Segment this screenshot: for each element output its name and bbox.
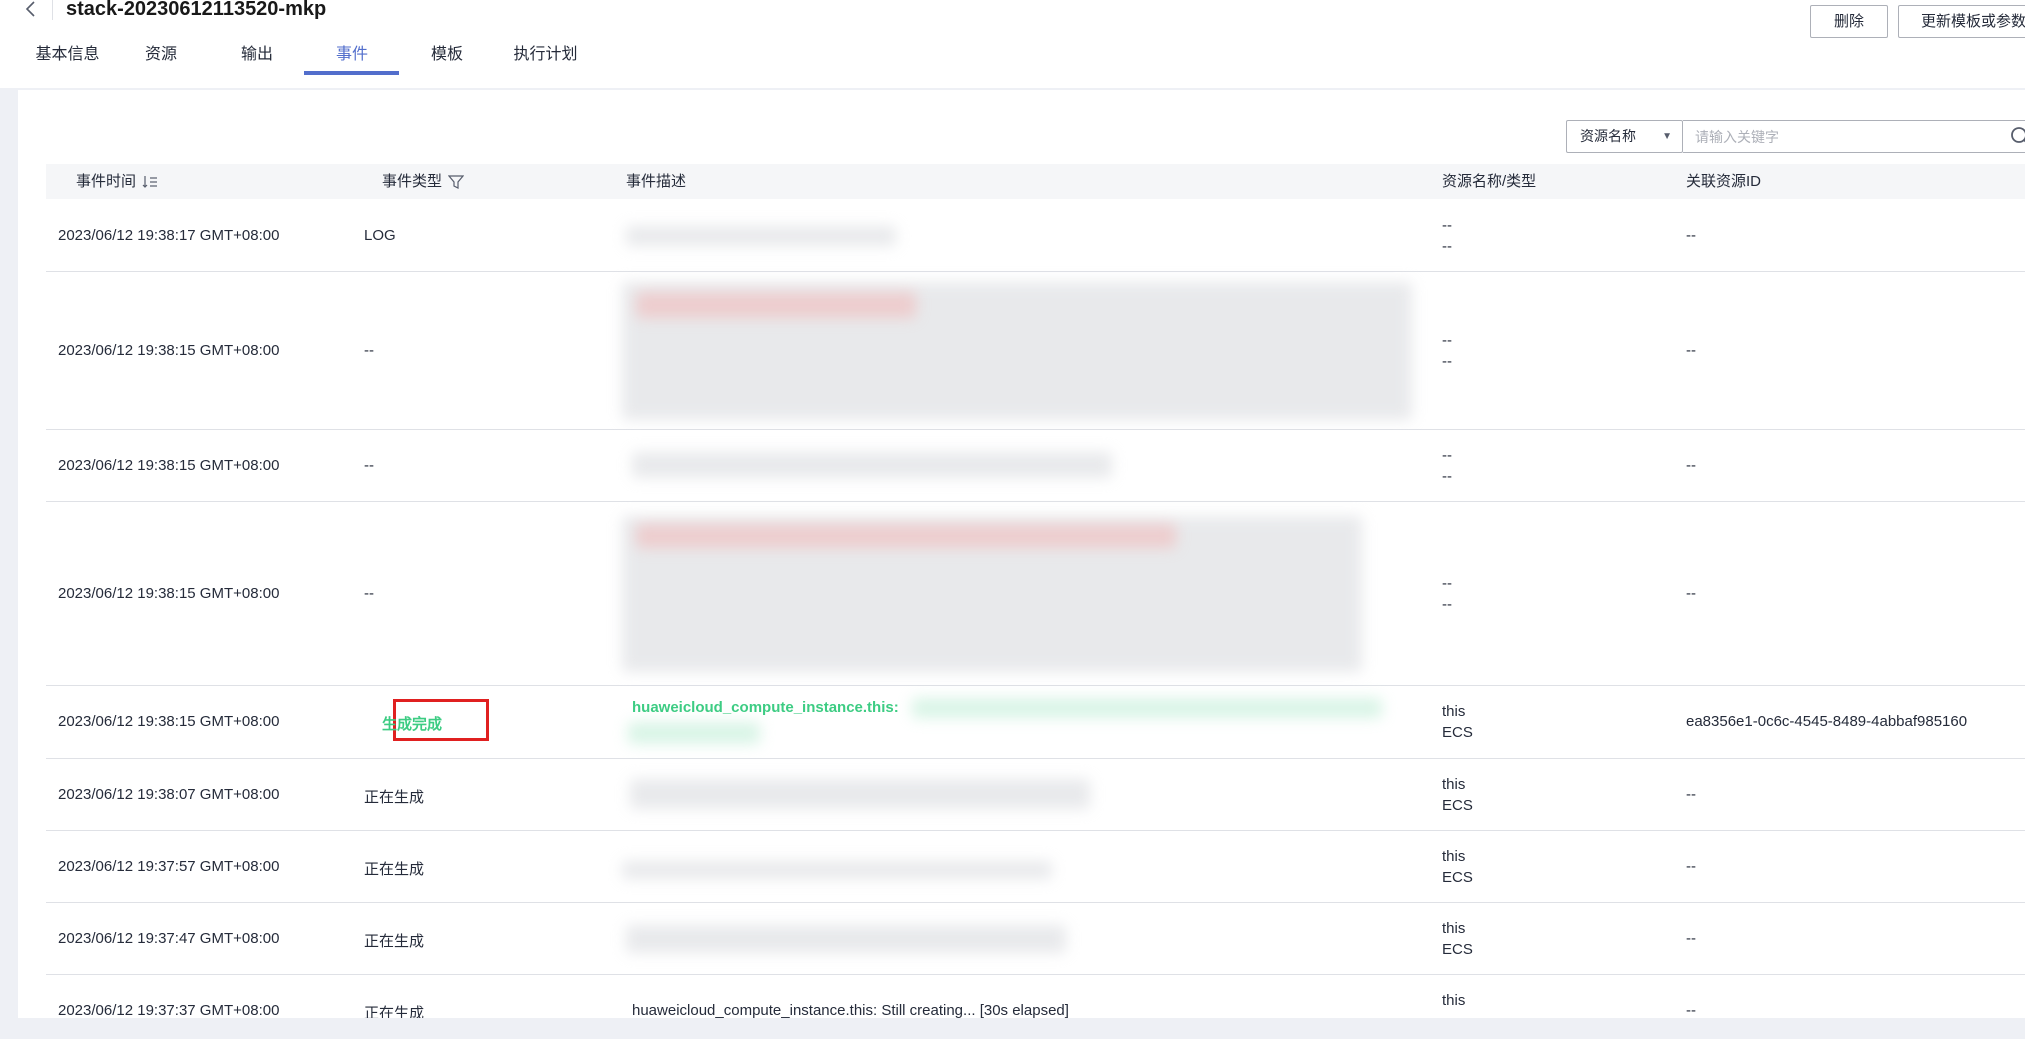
- title-divider: [52, 0, 53, 20]
- tab-resources[interactable]: 资源: [140, 40, 182, 76]
- resource-name-type: -- --: [1442, 447, 1452, 485]
- table-row: 2023/06/12 19:38:15 GMT+08:00 -- -- -- -…: [46, 430, 2025, 502]
- event-type: --: [364, 457, 374, 474]
- event-time: 2023/06/12 19:38:15 GMT+08:00: [58, 585, 280, 602]
- event-description: huaweicloud_compute_instance.this:: [632, 699, 899, 716]
- redacted-area: [628, 722, 760, 744]
- resource-id: --: [1686, 786, 1696, 803]
- redacted-area: [636, 292, 916, 318]
- resource-id: --: [1686, 342, 1696, 359]
- event-type: LOG: [364, 227, 396, 244]
- tab-basic-info[interactable]: 基本信息: [30, 40, 105, 76]
- tab-execution-plan[interactable]: 执行计划: [508, 40, 583, 76]
- table-row: 2023/06/12 19:38:15 GMT+08:00 -- -- -- -…: [46, 502, 2025, 686]
- tab-outputs[interactable]: 输出: [236, 40, 278, 76]
- redacted-area: [626, 226, 896, 246]
- resource-id: --: [1686, 457, 1696, 474]
- page-footer-strip: [0, 1018, 2025, 1039]
- page-header: stack-20230612113520-mkp 删除 更新模板或参数 基本信息…: [0, 0, 2025, 88]
- resource-name-type: this ECS: [1442, 848, 1473, 886]
- table-row: 2023/06/12 19:38:15 GMT+08:00 生成完成 huawe…: [46, 686, 2025, 759]
- event-time: 2023/06/12 19:38:15 GMT+08:00: [58, 342, 280, 359]
- table-row: 2023/06/12 19:38:17 GMT+08:00 LOG -- -- …: [46, 200, 2025, 272]
- event-time: 2023/06/12 19:37:57 GMT+08:00: [58, 858, 280, 875]
- resource-id: --: [1686, 227, 1696, 244]
- table-row: 2023/06/12 19:37:47 GMT+08:00 正在生成 this …: [46, 903, 2025, 975]
- table-row: 2023/06/12 19:38:07 GMT+08:00 正在生成 this …: [46, 759, 2025, 831]
- event-type: 正在生成: [364, 861, 425, 878]
- resource-name-type: -- --: [1442, 217, 1452, 255]
- event-time: 2023/06/12 19:38:17 GMT+08:00: [58, 227, 280, 244]
- resource-id: --: [1686, 585, 1696, 602]
- page-title: stack-20230612113520-mkp: [66, 0, 327, 20]
- resource-id: --: [1686, 930, 1696, 947]
- update-template-button[interactable]: 更新模板或参数: [1898, 5, 2025, 38]
- table-row: 2023/06/12 19:37:37 GMT+08:00 正在生成 huawe…: [46, 975, 2025, 1020]
- column-header-time[interactable]: 事件时间: [76, 164, 158, 199]
- column-header-resource: 资源名称/类型: [1442, 173, 1537, 190]
- filter-field-select[interactable]: 资源名称 ▼: [1566, 120, 1683, 153]
- event-time: 2023/06/12 19:38:07 GMT+08:00: [58, 786, 280, 803]
- resource-name-type: -- --: [1442, 575, 1452, 613]
- filter-icon[interactable]: [442, 173, 465, 190]
- caret-down-icon: ▼: [1662, 131, 1672, 142]
- column-header-resource-id: 关联资源ID: [1686, 173, 1762, 190]
- table-row: 2023/06/12 19:38:15 GMT+08:00 -- -- -- -…: [46, 272, 2025, 430]
- events-panel: 资源名称 ▼ 事件时间 事件类型 事件描述 资源名称/类型 关联资源ID 202…: [18, 90, 2025, 1020]
- event-time: 2023/06/12 19:37:37 GMT+08:00: [58, 1002, 280, 1019]
- event-description: huaweicloud_compute_instance.this: Still…: [632, 1002, 1069, 1019]
- event-type: --: [364, 342, 374, 359]
- column-header-type[interactable]: 事件类型: [382, 164, 465, 199]
- resource-id: --: [1686, 1002, 1696, 1019]
- redacted-area: [912, 698, 1382, 718]
- resource-name-type: this: [1442, 992, 1466, 1009]
- search-icon[interactable]: [2010, 126, 2025, 148]
- sort-icon[interactable]: [136, 173, 158, 190]
- event-time: 2023/06/12 19:38:15 GMT+08:00: [58, 457, 280, 474]
- resource-name-type: this ECS: [1442, 920, 1473, 958]
- event-type-done: 生成完成: [382, 716, 443, 733]
- search-input[interactable]: [1683, 120, 2025, 153]
- table-row: 2023/06/12 19:37:57 GMT+08:00 正在生成 this …: [46, 831, 2025, 903]
- resource-name-type: -- --: [1442, 332, 1452, 370]
- redacted-area: [630, 779, 1090, 809]
- resource-name-type: this ECS: [1442, 703, 1473, 741]
- resource-name-type: this ECS: [1442, 776, 1473, 814]
- event-time: 2023/06/12 19:37:47 GMT+08:00: [58, 930, 280, 947]
- resource-id: --: [1686, 858, 1696, 875]
- filter-field-label: 资源名称: [1580, 128, 1636, 144]
- table-header: 事件时间 事件类型 事件描述 资源名称/类型 关联资源ID: [46, 164, 2025, 199]
- resource-id: ea8356e1-0c6c-4545-8489-4abbaf985160: [1686, 713, 1968, 730]
- active-tab-indicator: [304, 71, 399, 75]
- redacted-area: [622, 861, 1052, 879]
- event-type: --: [364, 585, 374, 602]
- event-time: 2023/06/12 19:38:15 GMT+08:00: [58, 713, 280, 730]
- chevron-left-icon[interactable]: [24, 0, 46, 22]
- redacted-area: [626, 925, 1066, 953]
- tab-template[interactable]: 模板: [426, 40, 468, 76]
- event-type: 正在生成: [364, 789, 425, 806]
- redacted-area: [632, 452, 1112, 478]
- delete-button[interactable]: 删除: [1810, 5, 1888, 38]
- column-header-description: 事件描述: [626, 173, 687, 190]
- event-type: 正在生成: [364, 933, 425, 950]
- redacted-area: [636, 524, 1176, 548]
